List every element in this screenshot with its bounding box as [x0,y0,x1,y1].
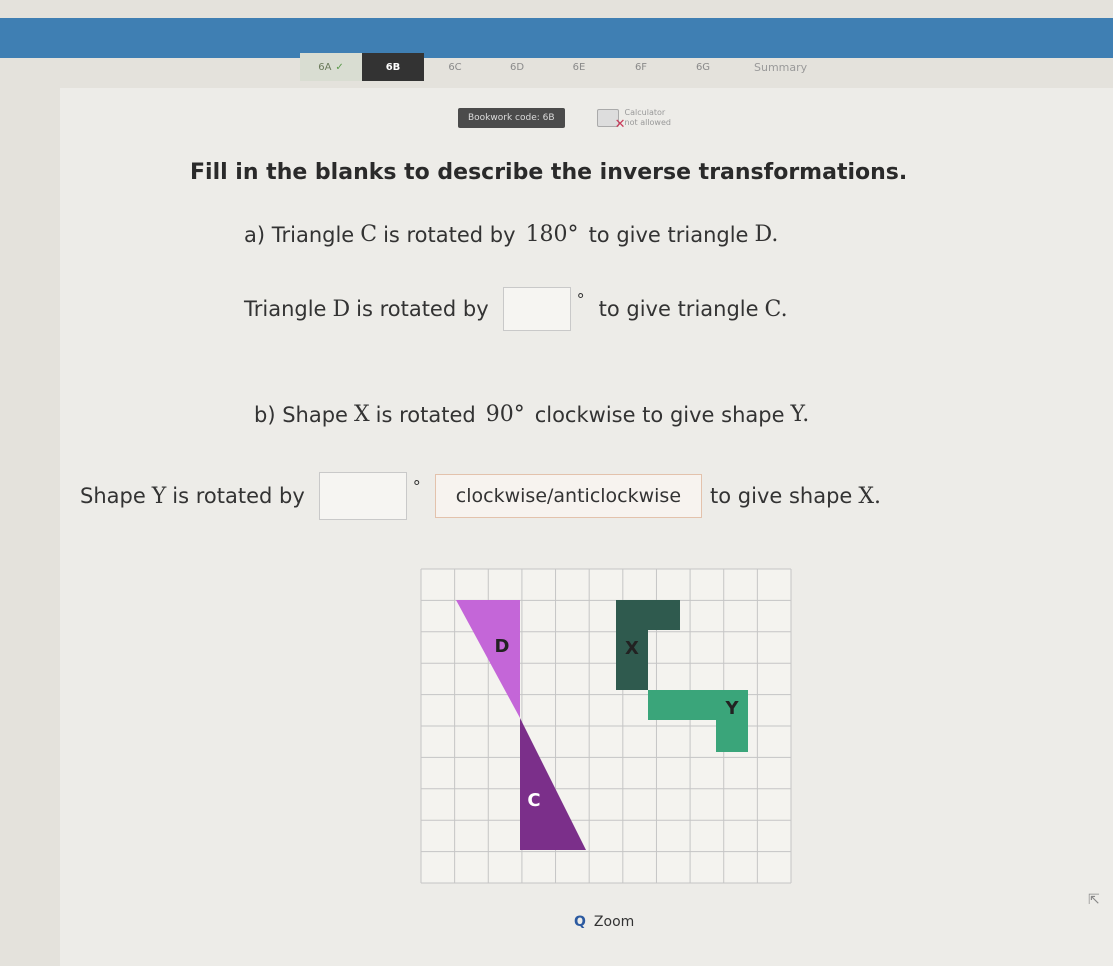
text-segment: to give shape [710,484,853,508]
calculator-text: Calculator not allowed [625,108,671,128]
magnifier-icon: Q [574,914,586,930]
variable-c: C. [764,296,788,322]
label-x: X [625,638,639,659]
calculator-status: ✕ Calculator not allowed [596,108,671,132]
variable-y: Y [151,483,167,509]
variable-d: D. [754,222,779,247]
part-b-statement: b) Shape X is rotated 90° clockwise to g… [254,402,815,427]
tab-6d-label: 6D [509,61,525,73]
degree-symbol: ° [412,476,421,496]
tab-6c-label: 6C [448,61,462,73]
text-segment: to give triangle [588,222,749,247]
tab-6a[interactable]: 6A ✓ [300,53,362,81]
zoom-label: Zoom [593,914,635,930]
part-a-answer-line: Triangle D is rotated by ° to give trian… [244,287,794,331]
tab-6g[interactable]: 6G [672,53,734,81]
tab-6f-label: 6F [634,61,648,73]
variable-c: C [360,222,378,247]
part-a-statement: a) Triangle C is rotated by 180° to give… [244,222,784,247]
text-segment: b) Shape [254,402,348,427]
part-b-answer-line: Shape Y is rotated by ° clockwise/anticl… [80,472,887,520]
text-segment: a) Triangle [244,222,355,247]
variable-y: Y. [790,402,810,427]
calculator-status-label: not allowed [624,118,671,127]
text-segment: Triangle [244,297,327,321]
text-segment: is rotated by [172,484,305,508]
tab-6e-label: 6E [572,61,586,73]
tab-6f[interactable]: 6F [610,53,672,81]
question-toolbar: Bookwork code: 6B ✕ Calculator not allow… [458,108,671,132]
bookwork-code-button[interactable]: Bookwork code: 6B [458,108,565,128]
tab-6e[interactable]: 6E [548,53,610,81]
rotation-value: 180° [525,222,579,247]
answer-input-a[interactable] [502,287,571,331]
task-tabs: 6A ✓ 6B 6C 6D 6E 6F 6G Summary [300,52,817,82]
text-segment: Shape [80,484,146,508]
label-y: Y [724,698,739,719]
summary-label: Summary [754,60,808,74]
text-segment: clockwise to give shape [534,402,785,427]
tab-6a-label: 6A [318,61,332,73]
text-segment: is rotated by [383,222,516,247]
variable-d: D [332,296,351,322]
tab-6d[interactable]: 6D [486,53,548,81]
variable-x: X. [858,483,882,509]
answer-input-b[interactable] [318,472,407,520]
label-c: C [527,790,540,811]
direction-toggle[interactable]: clockwise/anticlockwise [434,474,703,518]
text-segment: is rotated by [356,297,489,321]
not-allowed-icon: ✕ [614,117,626,132]
calculator-icon: ✕ [596,109,626,132]
variable-x: X [353,402,370,427]
question-title: Fill in the blanks to describe the inver… [190,160,908,185]
tab-summary[interactable]: Summary [744,53,817,81]
zoom-button[interactable]: Q Zoom [574,914,634,930]
calculator-label: Calculator [624,108,666,117]
degree-symbol: ° [576,289,585,309]
label-d: D [495,636,510,657]
mouse-cursor-icon: ⇱ [1088,892,1100,908]
check-icon: ✓ [335,61,344,73]
rotation-value: 90° [485,402,525,427]
tab-6b-label: 6B [385,61,401,73]
tab-6g-label: 6G [695,61,711,73]
text-segment: is rotated [375,402,476,427]
tab-6b[interactable]: 6B [362,53,424,81]
text-segment: to give triangle [598,297,759,321]
tab-6c[interactable]: 6C [424,53,486,81]
transformation-diagram: D X Y C [420,568,792,884]
